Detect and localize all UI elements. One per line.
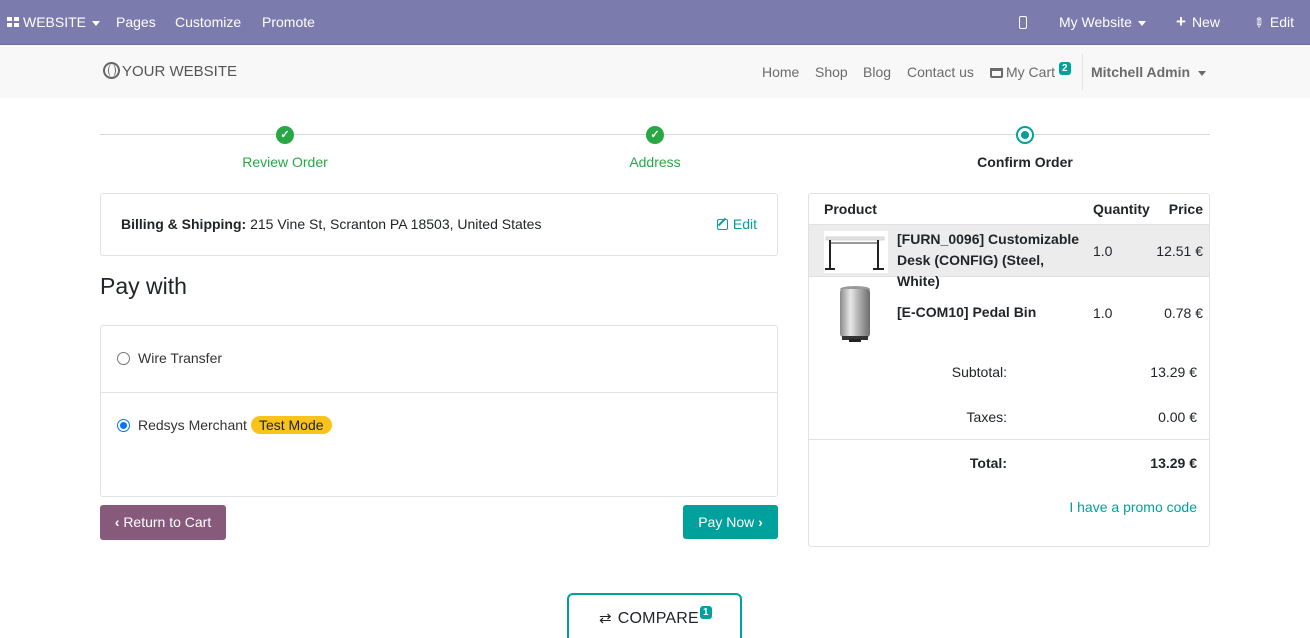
- mobile-preview-button[interactable]: [1019, 0, 1027, 44]
- table-row: [FURN_0096] Customizable Desk (CONFIG) (…: [809, 224, 1209, 289]
- step-done-check-icon: ✓: [646, 126, 664, 144]
- payment-option-redsys[interactable]: Redsys Merchant Test Mode: [101, 393, 777, 496]
- header-divider: [1082, 54, 1083, 90]
- compare-tab[interactable]: ⇄ COMPARE 1: [567, 593, 742, 638]
- test-mode-badge: Test Mode: [250, 416, 332, 434]
- user-menu[interactable]: Mitchell Admin: [1091, 64, 1207, 80]
- nav-my-cart[interactable]: My Cart: [990, 64, 1055, 80]
- product-image-pedal-bin: [833, 283, 877, 345]
- payment-option-wire-transfer[interactable]: Wire Transfer: [101, 326, 777, 393]
- my-cart-label: My Cart: [1006, 64, 1055, 80]
- caret-down-icon: [92, 20, 101, 26]
- pages-menu[interactable]: Pages: [116, 0, 156, 44]
- site-logo[interactable]: YOUR WEBSITE: [103, 62, 237, 82]
- col-header-quantity: Quantity: [1093, 201, 1150, 217]
- compare-count-badge: 1: [700, 606, 712, 619]
- subtotal-label: Subtotal:: [951, 364, 1007, 380]
- billing-address: 215 Vine St, Scranton PA 18503, United S…: [246, 216, 542, 232]
- apps-grid-icon: [7, 17, 19, 28]
- product-qty-desk: 1.0: [1093, 243, 1113, 259]
- product-qty-pedal-bin: 1.0: [1093, 305, 1113, 321]
- chevron-left-icon: ‹: [114, 514, 120, 530]
- promote-menu[interactable]: Promote: [262, 0, 315, 44]
- wire-transfer-label: Wire Transfer: [138, 350, 223, 366]
- total-divider: [809, 439, 1209, 440]
- edit-label: Edit: [1269, 14, 1295, 30]
- plus-icon: +: [1176, 12, 1186, 31]
- product-name-desk[interactable]: [FURN_0096] Customizable Desk (CONFIG) (…: [897, 229, 1087, 292]
- product-price-pedal-bin: 0.78 €: [1164, 305, 1203, 321]
- taxes-label: Taxes:: [966, 409, 1007, 425]
- redsys-radio[interactable]: [117, 419, 130, 432]
- nav-home[interactable]: Home: [762, 64, 799, 80]
- user-name: Mitchell Admin: [1091, 64, 1191, 80]
- compare-label-wrap: ⇄ COMPARE: [599, 609, 699, 628]
- caret-down-icon: [1198, 70, 1207, 76]
- my-website-menu[interactable]: My Website: [1059, 0, 1146, 44]
- step-confirm-order: Confirm Order: [977, 154, 1073, 170]
- website-menu-label: WEBSITE: [23, 14, 87, 30]
- step-done-check-icon: ✓: [276, 126, 294, 144]
- taxes-value: 0.00 €: [1158, 409, 1197, 425]
- redsys-label: Redsys Merchant: [138, 417, 247, 433]
- site-logo-text: YOUR WEBSITE: [122, 63, 238, 80]
- step-review-order[interactable]: Review Order: [185, 154, 385, 170]
- billing-shipping-box: Billing & Shipping: 215 Vine St, Scranto…: [100, 193, 778, 256]
- edit-icon: [716, 219, 728, 230]
- edit-address-link[interactable]: Edit: [716, 216, 757, 232]
- billing-shipping-label: Billing & Shipping:: [121, 216, 247, 232]
- product-price-desk: 12.51 €: [1156, 243, 1203, 259]
- step-address[interactable]: Address: [555, 154, 755, 170]
- return-to-cart-label: Return to Cart: [123, 514, 212, 530]
- return-to-cart-button[interactable]: ‹ Return to Cart: [100, 505, 226, 540]
- edit-page-button[interactable]: ✎ Edit: [1250, 0, 1295, 44]
- admin-bar: WEBSITE Pages Customize Promote My Websi…: [0, 0, 1310, 44]
- edit-address-label: Edit: [732, 216, 757, 232]
- product-image-desk: [824, 231, 888, 273]
- caret-down-icon: [1137, 20, 1146, 26]
- compare-label: COMPARE: [617, 610, 699, 627]
- my-website-label: My Website: [1059, 14, 1132, 30]
- cart-count-badge: 2: [1059, 62, 1071, 75]
- step-current-dot-icon: [1016, 126, 1034, 144]
- product-name-pedal-bin[interactable]: [E-COM10] Pedal Bin: [897, 302, 1087, 323]
- wire-transfer-radio[interactable]: [117, 352, 130, 365]
- payment-options: Wire Transfer Redsys Merchant Test Mode: [100, 325, 778, 497]
- pay-with-heading: Pay with: [100, 273, 187, 299]
- total-label: Total:: [969, 455, 1007, 471]
- billing-shipping-text: Billing & Shipping: 215 Vine St, Scranto…: [121, 216, 541, 232]
- pay-now-button[interactable]: Pay Now ›: [683, 505, 778, 539]
- shopping-cart-icon: [990, 68, 1003, 78]
- total-value: 13.29 €: [1150, 455, 1197, 471]
- exchange-arrows-icon: ⇄: [599, 610, 612, 627]
- col-header-price: Price: [1168, 201, 1203, 217]
- subtotal-value: 13.29 €: [1150, 364, 1197, 380]
- customize-menu[interactable]: Customize: [175, 0, 241, 44]
- pay-now-label: Pay Now: [698, 514, 755, 530]
- website-menu[interactable]: WEBSITE: [7, 0, 101, 44]
- globe-icon: [103, 62, 120, 79]
- new-button[interactable]: + New: [1176, 0, 1220, 44]
- nav-shop[interactable]: Shop: [815, 64, 848, 80]
- chevron-right-icon: ›: [758, 514, 763, 530]
- new-label: New: [1191, 14, 1220, 30]
- promo-code-link[interactable]: I have a promo code: [1069, 499, 1197, 515]
- mobile-phone-icon: [1019, 16, 1027, 29]
- order-summary: Product Quantity Price [FURN_0096] Custo…: [808, 193, 1210, 547]
- site-header: YOUR WEBSITE Home Shop Blog Contact us M…: [0, 44, 1310, 98]
- redsys-label-wrap: Redsys Merchant Test Mode: [138, 416, 332, 434]
- col-header-product: Product: [824, 201, 877, 217]
- nav-contact-us[interactable]: Contact us: [907, 64, 974, 80]
- nav-blog[interactable]: Blog: [863, 64, 891, 80]
